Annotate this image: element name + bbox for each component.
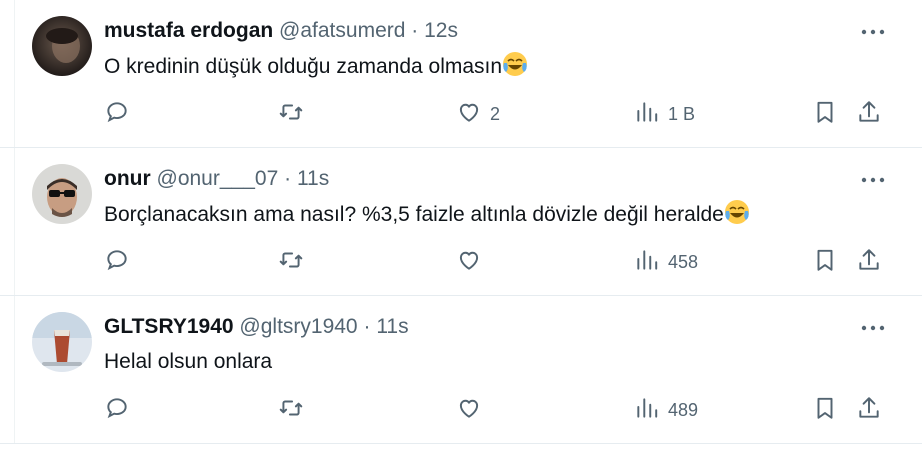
- more-icon[interactable]: [858, 170, 888, 190]
- like-button[interactable]: [456, 246, 482, 278]
- tweet[interactable]: GLTSRY1940 @gltsry1940 · 11s Helal olsun…: [0, 296, 922, 444]
- display-name[interactable]: GLTSRY1940: [104, 315, 234, 338]
- more-icon[interactable]: [858, 22, 888, 42]
- display-name[interactable]: mustafa erdogan: [104, 19, 273, 42]
- bookmark-icon: [812, 395, 838, 426]
- tweet-text: O kredinin düşük olduğu zamanda olmasın: [104, 51, 862, 82]
- retweet-icon: [278, 247, 304, 278]
- face-with-tears-of-joy-icon: [724, 199, 750, 225]
- retweet-icon: [278, 99, 304, 130]
- bookmark-button[interactable]: [812, 394, 838, 426]
- timestamp[interactable]: 12s: [424, 19, 458, 42]
- like-icon: [456, 395, 482, 426]
- like-icon: [456, 247, 482, 278]
- reply-icon: [104, 247, 130, 278]
- action-bar: 2 1 B: [104, 98, 892, 130]
- bookmark-button[interactable]: [812, 98, 838, 130]
- separator-dot: ·: [411, 19, 419, 42]
- thread-rule: [14, 0, 15, 147]
- tweet[interactable]: onur @onur___07 · 11s Borçlanacaksın ama…: [0, 148, 922, 296]
- timestamp[interactable]: 11s: [376, 315, 408, 338]
- tweet[interactable]: mustafa erdogan @afatsumerd · 12s O kred…: [0, 0, 922, 148]
- action-bar: 458: [104, 246, 892, 278]
- reply-button[interactable]: [104, 246, 130, 278]
- thread-rule: [14, 296, 15, 443]
- views-button[interactable]: 1 B: [634, 98, 695, 130]
- retweet-button[interactable]: [278, 246, 304, 278]
- share-button[interactable]: [856, 246, 882, 278]
- views-count: 1 B: [668, 103, 696, 124]
- bookmark-icon: [812, 247, 838, 278]
- share-button[interactable]: [856, 394, 882, 426]
- reply-button[interactable]: [104, 394, 130, 426]
- timestamp[interactable]: 11s: [297, 167, 329, 190]
- share-icon: [856, 99, 882, 130]
- thread-rule: [14, 148, 15, 295]
- views-button[interactable]: 489: [634, 394, 698, 426]
- views-icon: [634, 247, 660, 278]
- views-icon: [634, 99, 660, 130]
- reply-button[interactable]: [104, 98, 130, 130]
- tweet-header: onur @onur___07 · 11s: [104, 165, 842, 193]
- share-icon: [856, 395, 882, 426]
- share-button[interactable]: [856, 98, 882, 130]
- separator-dot: ·: [363, 315, 371, 338]
- user-handle[interactable]: @gltsry1940: [239, 315, 357, 338]
- bookmark-button[interactable]: [812, 246, 838, 278]
- tweet-text: Borçlanacaksın ama nasıl? %3,5 faizle al…: [104, 199, 862, 230]
- tweet-header: mustafa erdogan @afatsumerd · 12s: [104, 17, 842, 45]
- bookmark-icon: [812, 99, 838, 130]
- like-button[interactable]: 2: [456, 98, 500, 130]
- share-icon: [856, 247, 882, 278]
- tweet-text: Helal olsun onlara: [104, 347, 862, 377]
- retweet-icon: [278, 395, 304, 426]
- reply-icon: [104, 99, 130, 130]
- reply-feed: mustafa erdogan @afatsumerd · 12s O kred…: [0, 0, 922, 450]
- views-count: 489: [668, 399, 699, 420]
- like-icon: [456, 99, 482, 130]
- tweet-header: GLTSRY1940 @gltsry1940 · 11s: [104, 313, 842, 341]
- user-handle[interactable]: @afatsumerd: [279, 19, 405, 42]
- reply-icon: [104, 395, 130, 426]
- face-with-tears-of-joy-icon: [502, 51, 528, 77]
- more-icon[interactable]: [858, 318, 888, 338]
- separator-dot: ·: [284, 167, 292, 190]
- retweet-button[interactable]: [278, 98, 304, 130]
- retweet-button[interactable]: [278, 394, 304, 426]
- like-button[interactable]: [456, 394, 482, 426]
- avatar[interactable]: [32, 164, 92, 224]
- like-count: 2: [490, 103, 501, 124]
- avatar[interactable]: [32, 16, 92, 76]
- avatar[interactable]: [32, 312, 92, 372]
- views-button[interactable]: 458: [634, 246, 698, 278]
- tweet-text-body: Borçlanacaksın ama nasıl? %3,5 faizle al…: [104, 203, 724, 226]
- tweet-text-body: O kredinin düşük olduğu zamanda olmasın: [104, 55, 503, 78]
- user-handle[interactable]: @onur___07: [157, 167, 279, 190]
- tweet-text-body: Helal olsun onlara: [104, 350, 273, 373]
- views-count: 458: [668, 251, 699, 272]
- views-icon: [634, 395, 660, 426]
- display-name[interactable]: onur: [104, 167, 151, 190]
- action-bar: 489: [104, 394, 892, 426]
